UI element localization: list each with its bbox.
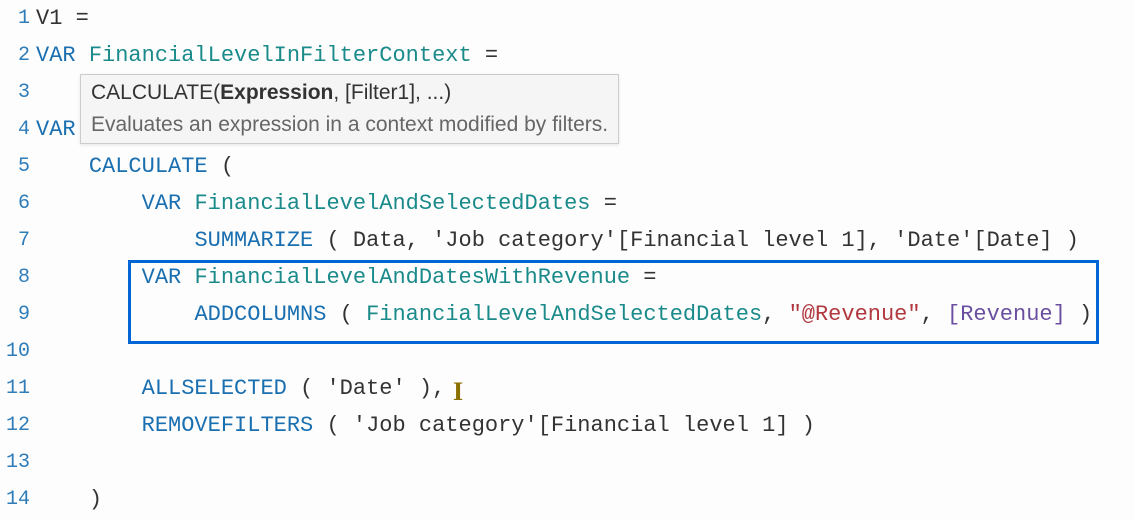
- token-indent: [36, 265, 142, 290]
- token-operator: =: [472, 43, 498, 68]
- token-indent: [36, 191, 142, 216]
- token-arg: 'Job category'[Financial level 1]: [353, 413, 789, 438]
- token-paren: ),: [406, 376, 446, 401]
- token-arg: FinancialLevelAndSelectedDates: [366, 302, 762, 327]
- token-operator: =: [62, 6, 88, 31]
- token-indent: [36, 228, 194, 253]
- code-line[interactable]: 1 V1 =: [0, 0, 1135, 37]
- token-keyword: VAR: [36, 43, 89, 68]
- token-paren: (: [287, 376, 327, 401]
- line-number: 9: [0, 296, 36, 333]
- token-paren: (: [313, 413, 353, 438]
- line-number: 8: [0, 259, 36, 296]
- token-paren: ): [89, 487, 102, 512]
- code-content[interactable]: VAR FinancialLevelAndDatesWithRevenue =: [36, 259, 1135, 296]
- token-arg: Data: [353, 228, 406, 253]
- code-line[interactable]: 7 SUMMARIZE ( Data, 'Job category'[Finan…: [0, 222, 1135, 259]
- token-operator: =: [591, 191, 617, 216]
- token-identifier: FinancialLevelAndDatesWithRevenue: [194, 265, 630, 290]
- token-identifier: FinancialLevelAndSelectedDates: [194, 191, 590, 216]
- token-identifier: V1: [36, 6, 62, 31]
- token-paren: ): [1066, 302, 1092, 327]
- token-arg: 'Job category'[Financial level 1]: [432, 228, 868, 253]
- token-function: SUMMARIZE: [194, 228, 313, 253]
- line-number: 6: [0, 185, 36, 222]
- line-number: 14: [0, 481, 36, 518]
- code-line[interactable]: 6 VAR FinancialLevelAndSelectedDates =: [0, 185, 1135, 222]
- token-indent: [36, 487, 89, 512]
- token-string: "@Revenue": [789, 302, 921, 327]
- token-indent: [36, 376, 142, 401]
- token-function: REMOVEFILTERS: [142, 413, 314, 438]
- code-line[interactable]: 2 VAR FinancialLevelInFilterContext =: [0, 37, 1135, 74]
- token-paren: (: [208, 154, 234, 179]
- line-number: 12: [0, 407, 36, 444]
- code-line[interactable]: 5 CALCULATE (: [0, 148, 1135, 185]
- line-number: 1: [0, 0, 36, 37]
- token-keyword: VAR: [142, 191, 195, 216]
- code-line[interactable]: 12 REMOVEFILTERS ( 'Job category'[Financ…: [0, 407, 1135, 444]
- token-indent: [36, 154, 89, 179]
- tooltip-rest: , [Filter1], ...): [333, 81, 451, 104]
- code-content[interactable]: SUMMARIZE ( Data, 'Job category'[Financi…: [36, 222, 1135, 259]
- token-operator: =: [630, 265, 656, 290]
- token-function: ADDCOLUMNS: [194, 302, 326, 327]
- code-line[interactable]: 10: [0, 333, 1135, 370]
- code-line[interactable]: 3 CALCULATE(Expression, [Filter1], ...) …: [0, 74, 1135, 111]
- code-content[interactable]: ALLSELECTED ( 'Date' ),: [36, 370, 1135, 407]
- code-content[interactable]: CALCULATE (: [36, 148, 1135, 185]
- code-line[interactable]: 14 ): [0, 481, 1135, 518]
- token-function: CALCULATE: [89, 154, 208, 179]
- token-identifier: FinancialLevelInFilterContext: [89, 43, 472, 68]
- token-indent: [36, 302, 194, 327]
- tooltip-description: Evaluates an expression in a context mod…: [91, 109, 608, 141]
- line-number: 5: [0, 148, 36, 185]
- token-paren: ): [1053, 228, 1079, 253]
- line-number: 7: [0, 222, 36, 259]
- token-indent: [36, 413, 142, 438]
- code-line[interactable]: 13: [0, 444, 1135, 481]
- token-measure: Revenue: [960, 302, 1052, 327]
- code-line[interactable]: 8 VAR FinancialLevelAndDatesWithRevenue …: [0, 259, 1135, 296]
- token-arg: 'Date': [326, 376, 405, 401]
- code-line[interactable]: 11 ALLSELECTED ( 'Date' ), I: [0, 370, 1135, 407]
- code-content[interactable]: VAR FinancialLevelInFilterContext =: [36, 37, 1135, 74]
- token-paren: (: [313, 228, 353, 253]
- token-comma: ,: [921, 302, 947, 327]
- text-cursor-icon: I: [453, 373, 463, 410]
- line-number: 11: [0, 370, 36, 407]
- token-bracket: [: [947, 302, 960, 327]
- code-content[interactable]: REMOVEFILTERS ( 'Job category'[Financial…: [36, 407, 1135, 444]
- token-comma: ,: [762, 302, 788, 327]
- code-editor[interactable]: 1 V1 = 2 VAR FinancialLevelInFilterConte…: [0, 0, 1135, 520]
- token-paren: ): [789, 413, 815, 438]
- token-comma: ,: [868, 228, 894, 253]
- code-content[interactable]: ): [36, 481, 1135, 518]
- line-number: 3: [0, 74, 36, 111]
- intellisense-tooltip: CALCULATE(Expression, [Filter1], ...) Ev…: [80, 74, 619, 144]
- line-number: 13: [0, 444, 36, 481]
- token-keyword: VAR: [142, 265, 195, 290]
- token-arg: 'Date'[Date]: [894, 228, 1052, 253]
- tooltip-param-bold: Expression: [220, 81, 333, 104]
- code-content[interactable]: VAR FinancialLevelAndSelectedDates =: [36, 185, 1135, 222]
- tooltip-func: CALCULATE(: [91, 81, 220, 104]
- code-content[interactable]: V1 =: [36, 0, 1135, 37]
- token-paren: (: [326, 302, 366, 327]
- line-number: 4: [0, 111, 36, 148]
- code-content[interactable]: ADDCOLUMNS ( FinancialLevelAndSelectedDa…: [36, 296, 1135, 333]
- code-line[interactable]: 9 ADDCOLUMNS ( FinancialLevelAndSelected…: [0, 296, 1135, 333]
- token-bracket: ]: [1053, 302, 1066, 327]
- line-number: 10: [0, 333, 36, 370]
- token-comma: ,: [406, 228, 432, 253]
- token-function: ALLSELECTED: [142, 376, 287, 401]
- tooltip-signature: CALCULATE(Expression, [Filter1], ...): [91, 77, 608, 109]
- line-number: 2: [0, 37, 36, 74]
